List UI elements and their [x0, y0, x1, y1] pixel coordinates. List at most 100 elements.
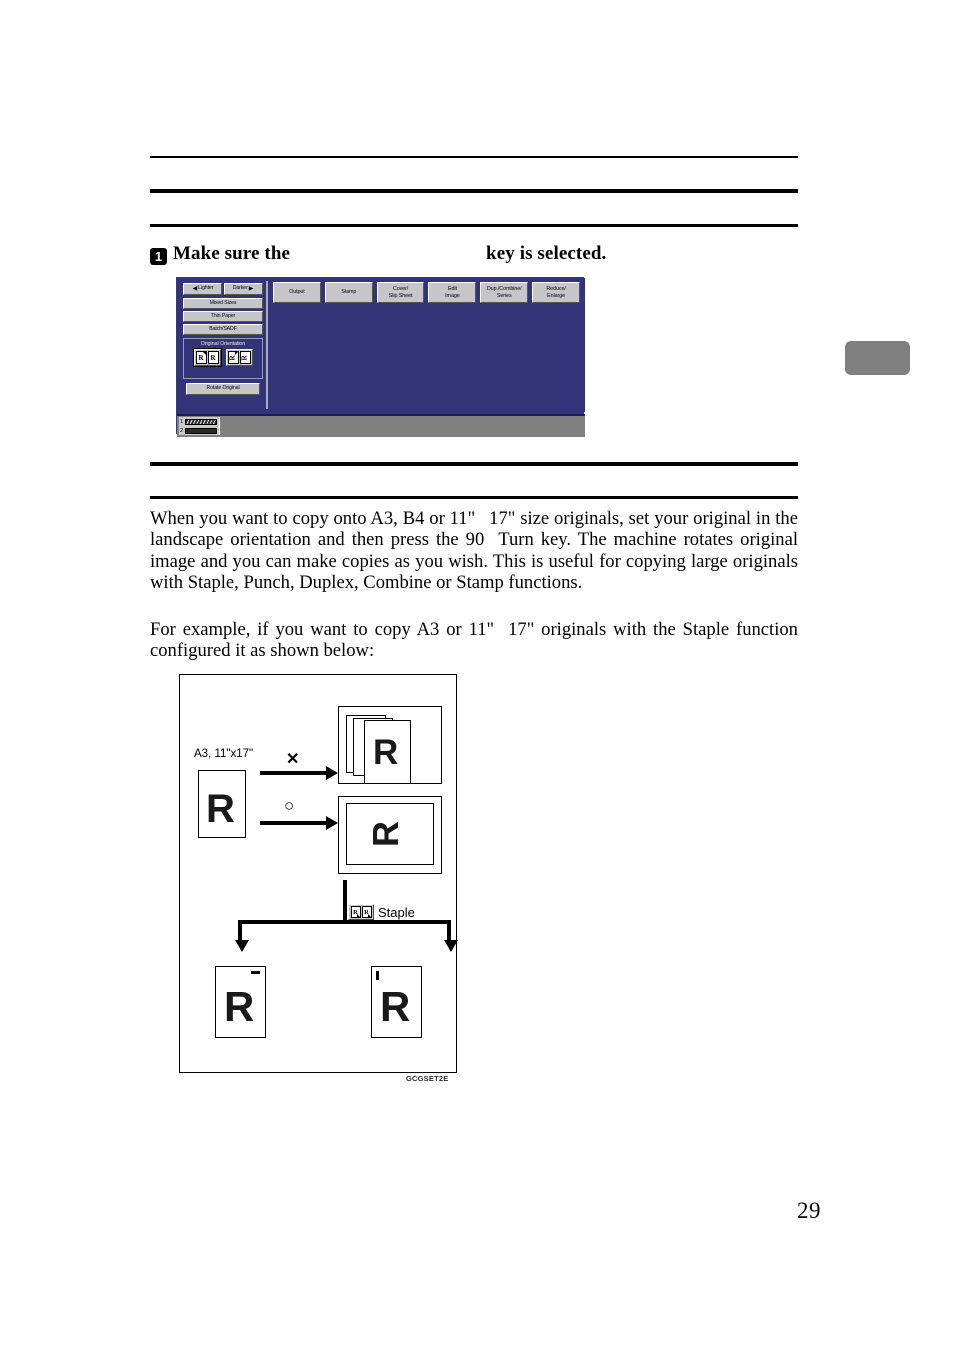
step-text-before: Make sure the — [173, 243, 291, 264]
branch-right-arrow-head — [444, 940, 458, 952]
reduce-enlarge-line1: Reduce/ — [546, 286, 566, 293]
original-orientation-group: Original Orientation R R R R — [183, 338, 263, 379]
edit-image-line2: Image — [445, 292, 460, 299]
original-orientation-title: Original Orientation — [200, 340, 246, 347]
orientation-glyph: R — [229, 354, 237, 361]
stamp-key[interactable]: Stamp — [324, 282, 373, 303]
staple-legend-label: Staple — [378, 905, 415, 920]
paper-tray-row-2: 2 — [180, 427, 219, 435]
batch-sadf-button[interactable]: Batch/SADF — [183, 324, 263, 335]
copier-lcd-panel: ◀ Lighter Darker ▶ Mixed Sizes Thin Paper … — [176, 277, 585, 437]
original-orientation-options: R R R R — [184, 347, 262, 367]
section-rule-after-figure — [150, 462, 798, 466]
output-1-glyph: R — [224, 983, 255, 1030]
orientation-glyph: R — [241, 354, 249, 361]
body-paragraph-1: When you want to copy onto A3, B4 or 11"… — [150, 508, 798, 594]
source-original-sheet: R — [198, 770, 246, 838]
page-corner-icon — [367, 914, 371, 917]
staple-option-icon: R R — [348, 904, 374, 920]
section-rule-heading — [150, 189, 798, 193]
staple-mini-page-a: R — [350, 906, 361, 918]
orientation-portrait-cell-b: R — [207, 350, 219, 364]
step-text-after: key is selected. — [486, 243, 607, 264]
incorrect-mark-icon: ✕ — [286, 751, 300, 768]
lcd-left-column: ◀ Lighter Darker ▶ Mixed Sizes Thin Paper … — [180, 281, 268, 409]
output-sheet-left-staple: R — [371, 966, 422, 1038]
exposure-control: ◀ Lighter Darker ▶ — [183, 283, 263, 295]
lighter-label: Lighter — [198, 285, 214, 292]
source-size-label: A3, 11"x17" — [194, 748, 254, 760]
orientation-glyph: R — [198, 353, 204, 362]
result-1-glyph: R — [373, 733, 399, 772]
cover-slip-sheet-key[interactable]: Cover/ Slip Sheet — [376, 282, 425, 303]
orientation-portrait-option[interactable]: R R — [192, 347, 222, 367]
lcd-function-key-row: Output Stamp Cover/ Slip Sheet Edit Imag… — [273, 282, 580, 303]
paper-tray-level-icon-1 — [185, 419, 217, 425]
rotate-original-label: Rotate Original — [206, 385, 240, 392]
mixed-sizes-button[interactable]: Mixed Sizes — [183, 298, 263, 309]
reduce-enlarge-key[interactable]: Reduce/ Enlarge — [532, 282, 580, 303]
darker-label: Darker — [232, 285, 248, 292]
section-rule-top — [150, 156, 798, 158]
orientation-landscape-cell-b: R — [239, 350, 251, 364]
dup-combine-series-line2: Series — [496, 292, 512, 299]
output-key-line1: Output — [289, 289, 305, 296]
branch-left-arrow-head — [235, 940, 249, 952]
step-number-badge: 1 — [150, 248, 167, 265]
para1-part-a: When you want to copy onto A3, B4 or 11" — [150, 508, 476, 529]
staple-mini-page-b: R — [361, 906, 372, 918]
arrow-2-line — [260, 821, 328, 825]
output-2-glyph: R — [380, 983, 411, 1030]
staple-mark-top — [251, 971, 260, 974]
darker-button[interactable]: Darker ▶ — [224, 283, 263, 295]
branch-left-line — [238, 920, 242, 942]
orientation-portrait-cell-a: R — [195, 350, 207, 364]
correct-mark-icon: ○ — [284, 796, 295, 815]
result-2-inner-frame: R — [346, 803, 434, 865]
paper-tray-level-icon-2 — [185, 428, 217, 434]
source-glyph: R — [206, 787, 235, 831]
arrow-2-head — [326, 816, 338, 830]
stamp-key-line1: Stamp — [341, 289, 357, 296]
step-heading: 1 Make sure the key is selected. — [150, 243, 810, 273]
rotate-original-button[interactable]: Rotate Original — [186, 383, 260, 395]
figure-caption-code: GCGSET2E — [406, 1074, 449, 1083]
dup-combine-series-key[interactable]: Dup./Combine/ Series — [480, 282, 529, 303]
section-rule-subheading — [150, 224, 798, 227]
chapter-tab-mark — [845, 341, 910, 375]
arrow-1-line — [260, 771, 328, 775]
batch-sadf-label: Batch/SADF — [209, 325, 237, 332]
lcd-screen-area: ◀ Lighter Darker ▶ Mixed Sizes Thin Paper … — [177, 278, 585, 412]
lcd-status-bar: 1 2 — [177, 414, 585, 437]
paper-tray-indicator[interactable]: 1 2 — [179, 417, 220, 435]
output-sheet-top-staple: R — [215, 966, 266, 1038]
arrow-1-head — [326, 766, 338, 780]
lighter-button[interactable]: ◀ Lighter — [183, 283, 222, 295]
orientation-glyph: R — [210, 353, 216, 362]
output-key[interactable]: Output — [273, 282, 321, 303]
edit-image-key[interactable]: Edit Image — [428, 282, 477, 303]
branch-right-line — [447, 920, 451, 942]
staple-workflow-figure: A3, 11"x17" R ✕ ○ R R R R Staple R R — [179, 674, 458, 1073]
page-number: 29 — [797, 1198, 821, 1223]
result-2-glyph: R — [365, 821, 406, 847]
mixed-sizes-label: Mixed Sizes — [209, 299, 237, 306]
orientation-landscape-option[interactable]: R R — [225, 348, 253, 366]
para2-part-a: For example, if you want to copy A3 or 1… — [150, 619, 495, 640]
page-corner-icon — [356, 914, 360, 917]
section-rule-body-top — [150, 496, 798, 499]
orientation-landscape-cell-a: R — [227, 350, 239, 364]
staple-mark-left — [376, 971, 379, 980]
branch-cross-line — [238, 920, 451, 924]
branch-stem-line — [343, 880, 347, 922]
right-arrow-icon: ▶ — [248, 285, 254, 292]
dup-combine-series-line1: Dup./Combine/ — [486, 286, 522, 293]
step-heading-text: Make sure the key is selected. — [173, 243, 606, 264]
thin-paper-button[interactable]: Thin Paper — [183, 311, 263, 322]
reduce-enlarge-line2: Enlarge — [547, 292, 565, 299]
body-paragraph-2: For example, if you want to copy A3 or 1… — [150, 619, 798, 662]
paper-tray-row-1: 1 — [180, 418, 219, 426]
original-settings-group: Mixed Sizes Thin Paper Batch/SADF — [183, 298, 263, 337]
page-corner-icon — [234, 351, 238, 355]
result-1-front-sheet: R — [364, 720, 411, 784]
